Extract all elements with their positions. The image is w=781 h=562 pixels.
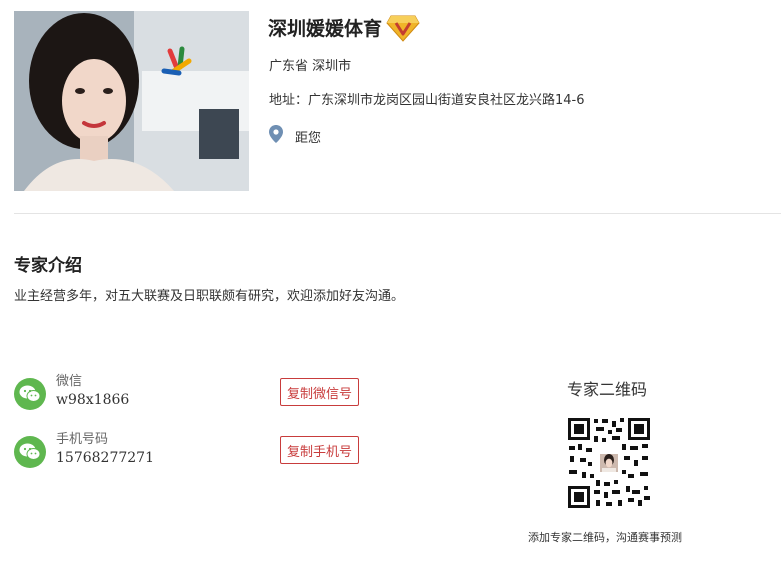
qr-title: 专家二维码 (567, 380, 648, 399)
phone-contact: 手机号码 15768277271 (14, 432, 154, 468)
profile-photo (14, 11, 249, 191)
distance-row: 距您 (269, 125, 321, 147)
phone-label: 手机号码 (56, 432, 109, 447)
intro-text: 业主经营多年，对五大联赛及日职联颇有研究，欢迎添加好友沟通。 (14, 289, 405, 304)
name-row: 深圳媛媛体育 (268, 12, 420, 42)
wechat-contact: 微信 w98x1866 (14, 374, 129, 410)
wechat-label: 微信 (56, 374, 83, 389)
divider (14, 213, 781, 214)
wechat-icon (14, 436, 46, 468)
copy-wechat-button[interactable]: 复制微信号 (280, 378, 360, 406)
qr-code-image (566, 416, 652, 510)
qr-caption: 添加专家二维码，沟通赛事预测 (528, 531, 682, 544)
wechat-value: w98x1866 (56, 392, 130, 408)
wechat-icon (14, 378, 46, 410)
distance-label: 距您 (295, 130, 322, 146)
vip-diamond-icon (386, 12, 420, 42)
address-text: 地址：广东深圳市龙岗区园山街道安良社区龙兴路14-6 (269, 93, 585, 108)
copy-phone-button[interactable]: 复制手机号 (280, 436, 360, 464)
phone-value: 15768277271 (56, 450, 154, 466)
expert-name: 深圳媛媛体育 (268, 17, 383, 40)
region-text: 广东省 深圳市 (269, 59, 352, 74)
intro-title: 专家介绍 (14, 256, 82, 276)
location-pin-icon (269, 125, 283, 147)
